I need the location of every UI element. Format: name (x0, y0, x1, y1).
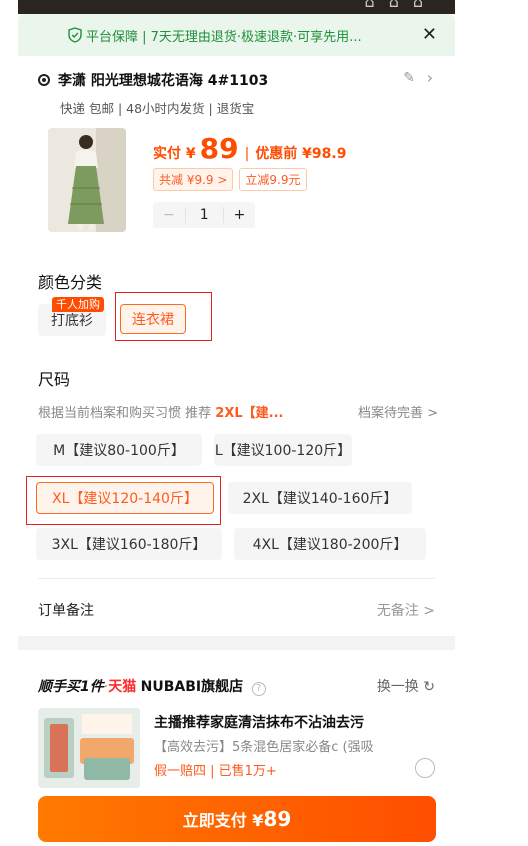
refresh-icon: ↻ (423, 679, 435, 695)
popular-badge: 千人加购 (52, 297, 104, 312)
size-option-m[interactable]: M【建议80-100斤】 (36, 434, 202, 466)
add-on-title-text[interactable]: 主播推荐家庭清洁抹布不沾油去污 (154, 712, 364, 732)
add-on-title: 顺手买1件 (38, 679, 104, 695)
swap-button[interactable]: 换一换 ↻ (377, 676, 435, 696)
size-section-title: 尺码 (38, 370, 71, 389)
recommend-value[interactable]: 2XL【建... (215, 406, 283, 421)
top-bar: ⌂⌂⌂ (18, 0, 455, 14)
order-sheet: 平台保障 | 7天无理由退货·极速退款·可享先用... ✕ 李潇 阳光理想城花语… (18, 14, 455, 846)
pay-now-button[interactable]: 立即支付 ¥89 (38, 796, 436, 842)
size-option-3xl[interactable]: 3XL【建议160-180斤】 (36, 528, 222, 560)
top-toolbar-icons: ⌂⌂⌂ (364, 0, 437, 11)
recommend-prefix: 根据当前档案和购买习惯 推荐 (38, 406, 212, 421)
size-option-l[interactable]: L【建议100-120斤】 (214, 434, 352, 466)
color-option-dress[interactable]: 连衣裙 (120, 304, 186, 334)
size-option-2xl[interactable]: 2XL【建议140-160斤】 (228, 482, 412, 514)
add-on-image[interactable] (38, 708, 140, 788)
discount-total-chip[interactable]: 共减 ¥9.9 > (153, 168, 234, 191)
order-remark-row[interactable]: 订单备注 无备注 > (38, 600, 435, 620)
size-option-xl[interactable]: XL【建议120-140斤】 (36, 482, 214, 514)
product-image[interactable] (48, 128, 126, 232)
price-label: 实付 ¥ (153, 146, 196, 162)
size-option-4xl[interactable]: 4XL【建议180-200斤】 (234, 528, 426, 560)
location-pin-icon (38, 74, 50, 86)
color-section-title: 颜色分类 (38, 273, 103, 292)
help-icon[interactable]: ? (251, 682, 266, 696)
add-on-subtitle: 【高效去污】5条混色居家必备c (强吸 (154, 740, 374, 755)
increment-button[interactable]: + (224, 207, 256, 223)
address-section[interactable]: 李潇 阳光理想城花语海 4#1103 快递 包邮 | 48小时内发货 | 退货宝… (18, 56, 455, 122)
price-value: 89 (199, 132, 239, 165)
add-on-header: 顺手买1件·天猫 NUBABI旗舰店 ? 换一换 ↻ (38, 676, 435, 696)
guarantee-text: 平台保障 | 7天无理由退货·极速退款·可享先用... (86, 29, 362, 45)
swap-label: 换一换 (376, 679, 419, 695)
guarantee-banner: 平台保障 | 7天无理由退货·极速退款·可享先用... ✕ (18, 14, 455, 56)
pay-amount: 89 (263, 807, 292, 831)
section-gap (18, 636, 455, 650)
delivery-info: 快递 包邮 | 48小时内发货 | 退货宝 (60, 101, 255, 116)
remark-value[interactable]: 无备注 > (377, 600, 435, 620)
product-section: 实付 ¥ 89 | 优惠前 ¥98.9 共减 ¥9.9 > 立减9.9元 − 1… (18, 122, 455, 240)
before-discount-price: 优惠前 ¥98.9 (255, 146, 347, 162)
store-name[interactable]: NUBABI旗舰店 (141, 679, 243, 695)
add-on-tags: 假一赔四 | 已售1万+ (154, 764, 277, 779)
shield-check-icon (68, 27, 82, 47)
tmall-logo: 天猫 (108, 679, 137, 695)
price-line: 实付 ¥ 89 | 优惠前 ¥98.9 (153, 132, 346, 165)
close-icon[interactable]: ✕ (422, 24, 437, 45)
edit-icon[interactable]: ✎ (403, 70, 415, 86)
instant-discount-chip: 立减9.9元 (239, 168, 307, 191)
decrement-button[interactable]: − (153, 207, 185, 223)
price-separator: | (244, 146, 250, 162)
remark-label: 订单备注 (38, 603, 94, 619)
quantity-stepper: − 1 + (153, 202, 256, 228)
add-on-radio[interactable] (415, 758, 435, 778)
divider (38, 578, 435, 579)
address-line: 李潇 阳光理想城花语海 4#1103 (58, 73, 269, 89)
discount-line: 共减 ¥9.9 > 立减9.9元 (153, 168, 307, 191)
profile-link[interactable]: 档案待完善 > (358, 402, 438, 421)
chevron-right-icon[interactable]: › (427, 68, 433, 87)
pay-label: 立即支付 ¥ (182, 811, 264, 830)
size-recommendation: 根据当前档案和购买习惯 推荐 2XL【建... 档案待完善 > (38, 402, 438, 421)
quantity-value[interactable]: 1 (184, 207, 224, 223)
